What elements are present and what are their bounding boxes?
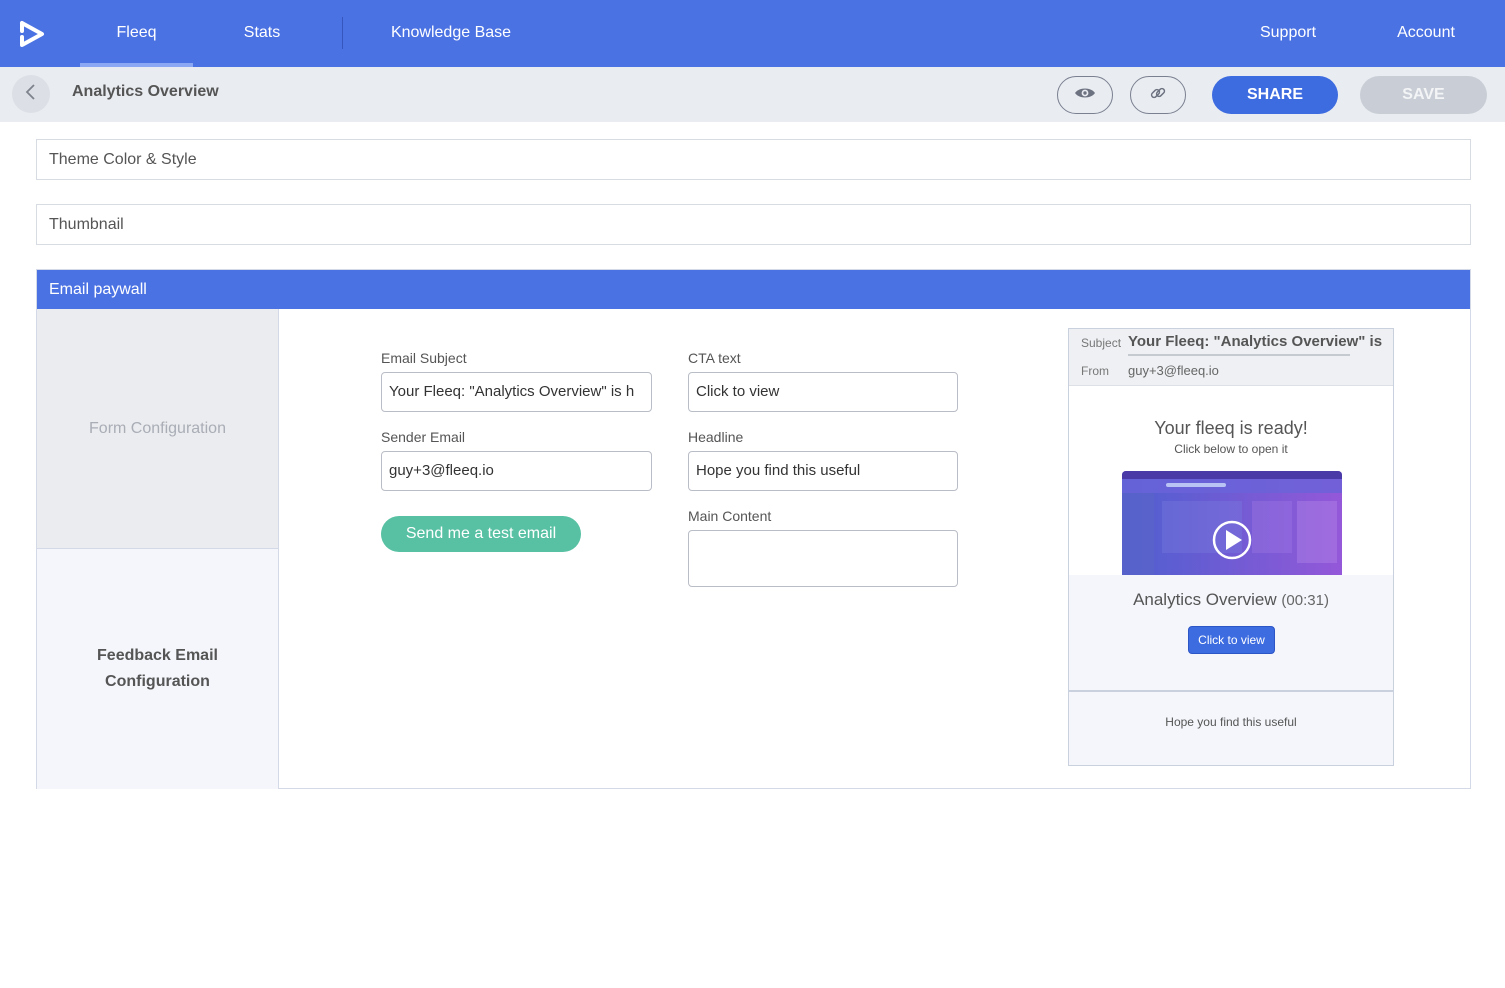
page-title: Analytics Overview (72, 83, 219, 100)
cta-text-input[interactable]: Click to view (688, 372, 958, 412)
email-paywall-header[interactable]: Email paywall (37, 270, 1470, 309)
subject-scroll-indicator (1128, 354, 1350, 356)
feedback-email-configuration-label: Feedback Email Configuration (97, 643, 218, 695)
share-button[interactable]: SHARE (1212, 76, 1338, 114)
form-configuration-tab[interactable]: Form Configuration (37, 309, 279, 549)
preview-footer-text: Hope you find this useful (1165, 715, 1297, 729)
preview-cta-button[interactable]: Click to view (1188, 626, 1275, 654)
toolbar: Analytics Overview SHARE SAVE (0, 67, 1505, 122)
sender-email-input[interactable]: guy+3@fleeq.io (381, 451, 652, 491)
link-icon (1149, 84, 1167, 107)
top-nav: Fleeq Stats Knowledge Base Support Accou… (0, 0, 1505, 67)
headline-label: Headline (688, 429, 744, 445)
video-thumbnail[interactable] (1122, 471, 1342, 575)
preview-subline: Click below to open it (1174, 442, 1288, 456)
copy-link-button[interactable] (1130, 76, 1186, 114)
email-preview: Subject Your Fleeq: "Analytics Overview"… (1068, 328, 1394, 766)
nav-divider (342, 17, 343, 49)
send-test-email-button[interactable]: Send me a test email (381, 516, 581, 552)
preview-video-name: Analytics Overview (1133, 590, 1277, 609)
headline-input[interactable]: Hope you find this useful (688, 451, 958, 491)
main-content-label: Main Content (688, 508, 772, 524)
back-button[interactable] (12, 75, 50, 113)
save-button[interactable]: SAVE (1360, 76, 1487, 114)
nav-knowledge-base[interactable]: Knowledge Base (380, 0, 522, 67)
feedback-label-line2: Configuration (105, 673, 210, 690)
email-preview-header: Subject Your Fleeq: "Analytics Overview"… (1069, 329, 1393, 386)
sender-email-label: Sender Email (381, 429, 466, 445)
theme-color-style-panel[interactable]: Theme Color & Style (36, 139, 1471, 180)
preview-subject-value: Your Fleeq: "Analytics Overview" is (1128, 333, 1383, 350)
feedback-label-line1: Feedback Email (97, 647, 218, 664)
preview-video-duration: (00:31) (1281, 592, 1329, 609)
preview-video-title: Analytics Overview (00:31) (1069, 590, 1393, 610)
email-paywall-panel: Email paywall Form Configuration Feedbac… (36, 269, 1471, 789)
preview-headline: Your fleeq is ready! (1154, 418, 1308, 438)
chevron-left-icon (24, 83, 38, 106)
nav-stats[interactable]: Stats (220, 0, 304, 67)
fleeq-logo-icon[interactable] (18, 19, 46, 49)
preview-divider (1069, 690, 1393, 692)
preview-subject-label: Subject (1081, 336, 1122, 350)
preview-from-value: guy+3@fleeq.io (1128, 363, 1219, 378)
nav-support[interactable]: Support (1246, 0, 1330, 67)
main-content-textarea[interactable] (688, 530, 958, 587)
nav-fleeq[interactable]: Fleeq (80, 0, 193, 67)
thumbnail-panel[interactable]: Thumbnail (36, 204, 1471, 245)
nav-account[interactable]: Account (1386, 0, 1466, 67)
email-subject-label: Email Subject (381, 350, 467, 366)
preview-from-label: From (1081, 364, 1109, 378)
cta-text-label: CTA text (688, 350, 741, 366)
eye-icon (1074, 86, 1096, 105)
preview-button[interactable] (1057, 76, 1113, 114)
email-subject-input[interactable]: Your Fleeq: "Analytics Overview" is h (381, 372, 652, 412)
form-configuration-label: Form Configuration (89, 419, 226, 437)
feedback-email-configuration-tab[interactable]: Feedback Email Configuration (37, 549, 279, 789)
